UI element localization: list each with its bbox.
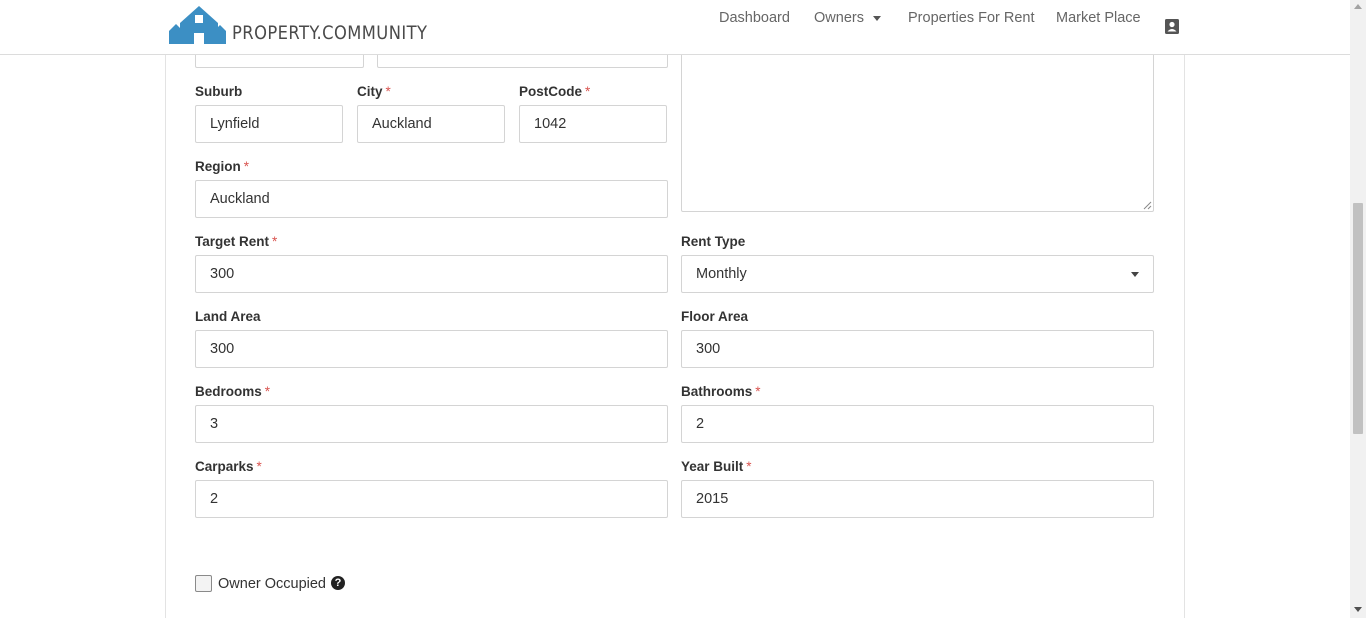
bedrooms-label: Bedrooms * — [195, 384, 271, 399]
floor-area-input[interactable]: 300 — [681, 330, 1154, 368]
required-marker: * — [585, 84, 591, 99]
region-label: Region * — [195, 159, 250, 174]
bathrooms-label: Bathrooms * — [681, 384, 761, 399]
year-built-label: Year Built * — [681, 459, 752, 474]
bathrooms-input[interactable]: 2 — [681, 405, 1154, 443]
year-built-input[interactable]: 2015 — [681, 480, 1154, 518]
required-marker: * — [755, 384, 761, 399]
bedrooms-input[interactable]: 3 — [195, 405, 668, 443]
suburb-label: Suburb — [195, 84, 243, 99]
contact-card-icon[interactable] — [1164, 18, 1180, 39]
required-marker: * — [746, 459, 752, 474]
target-rent-input[interactable]: 300 — [195, 255, 668, 293]
nav-properties-for-rent-link[interactable]: Properties For Rent — [908, 10, 1035, 26]
postcode-label: PostCode * — [519, 84, 591, 99]
page-scrollbar[interactable] — [1350, 0, 1366, 618]
question-circle-icon[interactable]: ? — [331, 576, 345, 590]
brand-name: PROPERTY.COMMUNITY — [232, 22, 428, 44]
brand-logo[interactable]: PROPERTY.COMMUNITY — [169, 5, 459, 45]
caret-down-icon — [872, 15, 881, 21]
nav-owners-dropdown[interactable]: Owners — [814, 10, 881, 26]
suburb-input[interactable]: Lynfield — [195, 105, 343, 143]
required-marker: * — [243, 159, 250, 174]
city-label: City * — [357, 84, 391, 99]
land-area-label: Land Area — [195, 309, 261, 324]
required-marker: * — [385, 84, 391, 99]
floor-area-label: Floor Area — [681, 309, 749, 324]
city-input[interactable]: Auckland — [357, 105, 505, 143]
carparks-input[interactable]: 2 — [195, 480, 668, 518]
rent-type-select[interactable]: Monthly — [681, 255, 1154, 293]
target-rent-label: Target Rent * — [195, 234, 278, 249]
rent-type-value: Monthly — [696, 266, 747, 282]
postcode-input[interactable]: 1042 — [519, 105, 667, 143]
required-marker: * — [272, 234, 278, 249]
scroll-up-icon[interactable] — [1354, 4, 1362, 9]
resize-handle-icon[interactable] — [1142, 200, 1152, 210]
owner-occupied-label[interactable]: Owner Occupied — [218, 576, 326, 592]
description-textarea[interactable] — [681, 40, 1154, 212]
required-marker: * — [264, 384, 271, 399]
top-navbar: PROPERTY.COMMUNITY Dashboard Owners Prop… — [0, 0, 1350, 55]
nav-dashboard-link[interactable]: Dashboard — [719, 10, 790, 26]
nav-owners-label: Owners — [814, 10, 864, 26]
land-area-input[interactable]: 300 — [195, 330, 668, 368]
required-marker: * — [256, 459, 262, 474]
scroll-down-icon[interactable] — [1354, 607, 1362, 612]
rent-type-label: Rent Type — [681, 234, 746, 249]
scrollbar-thumb[interactable] — [1353, 203, 1363, 434]
nav-market-place-link[interactable]: Market Place — [1056, 10, 1141, 26]
chevron-down-icon — [1131, 272, 1139, 277]
house-logo-icon — [169, 6, 226, 44]
carparks-label: Carparks * — [195, 459, 262, 474]
owner-occupied-checkbox[interactable] — [195, 575, 212, 592]
region-input[interactable]: Auckland — [195, 180, 668, 218]
